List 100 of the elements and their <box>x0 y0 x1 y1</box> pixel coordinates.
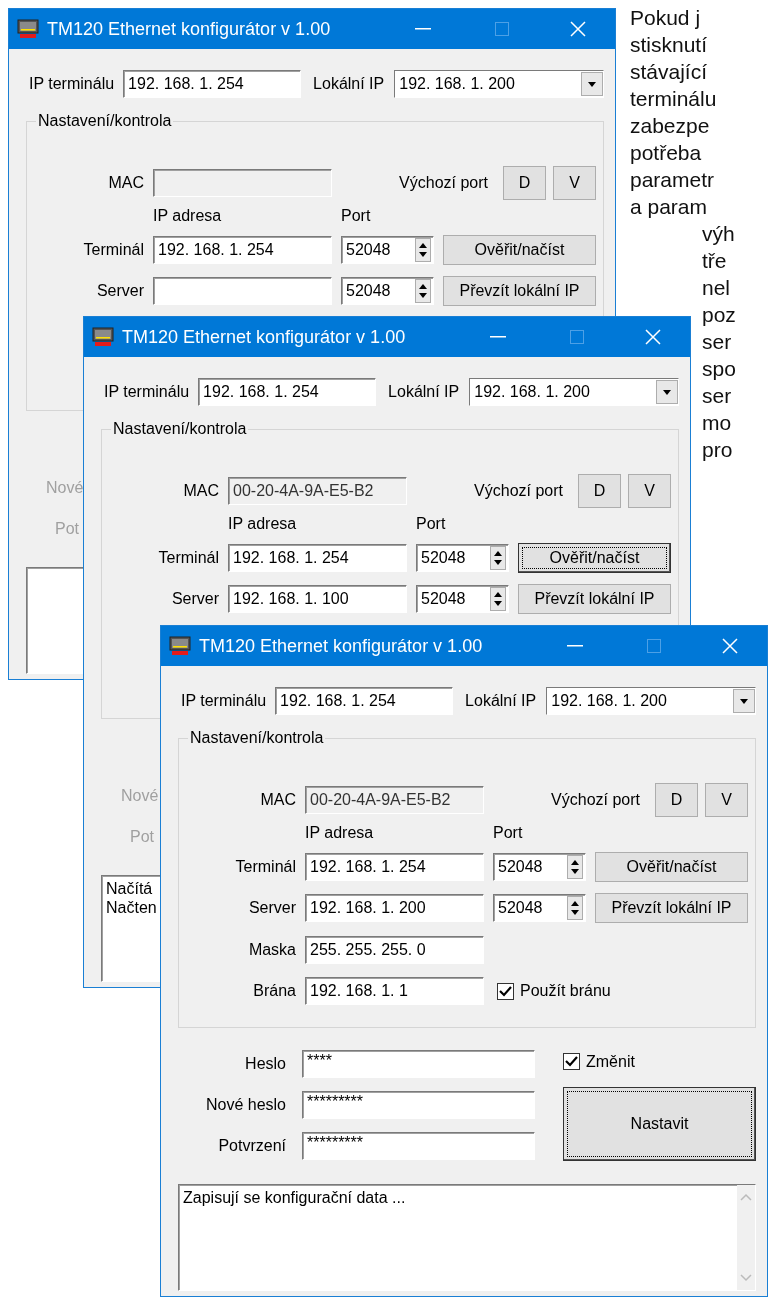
mac-field[interactable] <box>153 169 332 197</box>
body-text: tře <box>702 248 727 274</box>
ip-address-field[interactable]: 192. 168. 1. 254 <box>153 236 332 264</box>
field-label: Výchozí port <box>399 174 488 192</box>
port-spinner[interactable]: 52048 <box>341 236 434 264</box>
ip-address-field[interactable]: 192. 168. 1. 254 <box>123 70 302 98</box>
port-preset-button[interactable]: V <box>553 166 596 200</box>
log-line: Načten <box>106 898 157 917</box>
field-label: MAC <box>183 482 219 500</box>
field-label: Nové <box>46 479 84 497</box>
field-label: IP terminálu <box>29 75 115 93</box>
field-label: Lokální IP <box>388 383 460 401</box>
port-preset-button[interactable]: D <box>578 474 621 508</box>
spin-arrows-icon[interactable] <box>490 546 506 570</box>
field-label: MAC <box>260 791 296 809</box>
column-header: IP adresa <box>228 515 297 533</box>
field-label: Brána <box>253 982 296 1000</box>
body-text: parametr <box>630 167 715 193</box>
close-icon[interactable] <box>722 638 738 654</box>
password-field[interactable]: ********* <box>302 1091 535 1119</box>
ip-address-field[interactable]: 192. 168. 1. 254 <box>198 378 377 406</box>
field-label: Lokální IP <box>313 75 385 93</box>
port-preset-button[interactable]: D <box>655 783 698 817</box>
mac-field[interactable]: 00-20-4A-9A-E5-B2 <box>228 477 407 505</box>
port-spinner[interactable]: 52048 <box>493 853 586 881</box>
field-label: Pot <box>55 520 79 538</box>
close-icon[interactable] <box>570 21 586 37</box>
action-button[interactable]: Ověřit/načíst <box>595 852 748 882</box>
field-label: Server <box>248 899 296 917</box>
port-spinner[interactable]: 52048 <box>493 894 586 922</box>
field-label: Výchozí port <box>551 791 640 809</box>
password-field[interactable]: ********* <box>302 1132 535 1160</box>
log-line: Zapisují se konfigurační data ... <box>183 1188 406 1207</box>
spin-arrows-icon[interactable] <box>567 896 583 920</box>
computer-icon <box>17 19 39 39</box>
body-text: ser <box>702 383 732 409</box>
port-preset-button[interactable]: D <box>503 166 546 200</box>
window-title: TM120 Ethernet konfigurátor v 1.00 <box>199 635 484 657</box>
action-button[interactable]: Převzít lokální IP <box>518 584 671 614</box>
close-icon[interactable] <box>645 329 661 345</box>
action-button[interactable]: Převzít lokální IP <box>443 276 596 306</box>
port-preset-button[interactable]: V <box>705 783 748 817</box>
gateway-field[interactable]: 192. 168. 1. 1 <box>305 977 484 1005</box>
body-text: pro <box>702 437 733 463</box>
field-label: IP terminálu <box>104 383 190 401</box>
body-text: spo <box>702 356 736 382</box>
checkbox[interactable] <box>563 1053 580 1071</box>
body-text: výh <box>702 221 735 247</box>
minimize-icon[interactable] <box>414 28 431 30</box>
field-label: Heslo <box>244 1055 286 1073</box>
ip-address-field[interactable]: 192. 168. 1. 100 <box>228 585 407 613</box>
window-title: TM120 Ethernet konfigurátor v 1.00 <box>47 18 332 40</box>
port-spinner[interactable]: 52048 <box>416 544 509 572</box>
field-label: Lokální IP <box>465 692 537 710</box>
body-text: mo <box>702 410 732 436</box>
column-header: Port <box>341 207 371 225</box>
checkbox-label: Použít bránu <box>520 982 611 1000</box>
spin-arrows-icon[interactable] <box>415 238 431 262</box>
ip-address-field[interactable]: 192. 168. 1. 254 <box>275 687 454 715</box>
action-button[interactable]: Převzít lokální IP <box>595 893 748 923</box>
port-spinner[interactable]: 52048 <box>341 277 434 305</box>
body-text: terminálu <box>630 86 717 112</box>
field-label: Terminál <box>158 549 219 567</box>
local-ip-dropdown[interactable]: 192. 168. 1. 200 <box>394 70 604 98</box>
port-preset-button[interactable]: V <box>628 474 671 508</box>
ip-address-field[interactable] <box>153 277 332 305</box>
field-label: Pot <box>130 828 154 846</box>
field-label: MAC <box>108 174 144 192</box>
body-text: stávající <box>630 59 708 85</box>
computer-icon <box>169 636 191 656</box>
minimize-icon[interactable] <box>489 336 506 338</box>
password-field[interactable]: **** <box>302 1050 535 1078</box>
field-label: Výchozí port <box>474 482 563 500</box>
ip-address-field[interactable]: 192. 168. 1. 254 <box>305 853 484 881</box>
field-label: Nové heslo <box>204 1096 286 1114</box>
column-header: IP adresa <box>305 824 374 842</box>
ip-address-field[interactable]: 192. 168. 1. 254 <box>228 544 407 572</box>
computer-icon <box>92 327 114 347</box>
field-label: Terminál <box>83 241 144 259</box>
local-ip-dropdown[interactable]: 192. 168. 1. 200 <box>469 378 679 406</box>
action-button[interactable]: Ověřit/načíst <box>518 543 671 573</box>
port-spinner[interactable]: 52048 <box>416 585 509 613</box>
set-button[interactable]: Nastavit <box>563 1086 756 1161</box>
spin-arrows-icon[interactable] <box>490 587 506 611</box>
body-text: a param <box>630 194 708 220</box>
local-ip-dropdown[interactable]: 192. 168. 1. 200 <box>546 687 756 715</box>
checkbox[interactable] <box>497 982 514 1000</box>
action-button[interactable]: Ověřit/načíst <box>443 235 596 265</box>
window-title: TM120 Ethernet konfigurátor v 1.00 <box>122 326 407 348</box>
spin-arrows-icon[interactable] <box>415 279 431 303</box>
body-text: poz <box>702 302 736 328</box>
body-text: ser <box>702 329 732 355</box>
field-label: Server <box>171 590 219 608</box>
field-label: Nové <box>121 787 159 805</box>
field-label: IP terminálu <box>181 692 267 710</box>
mac-field[interactable]: 00-20-4A-9A-E5-B2 <box>305 786 484 814</box>
minimize-icon[interactable] <box>566 645 583 647</box>
mask-field[interactable]: 255. 255. 255. 0 <box>305 936 484 964</box>
ip-address-field[interactable]: 192. 168. 1. 200 <box>305 894 484 922</box>
spin-arrows-icon[interactable] <box>567 855 583 879</box>
